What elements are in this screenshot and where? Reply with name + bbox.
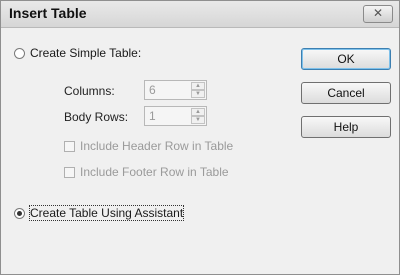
header-row-label: Include Header Row in Table	[80, 139, 234, 153]
columns-value: 6	[149, 83, 156, 97]
create-simple-table-option[interactable]: Create Simple Table:	[14, 46, 141, 60]
include-header-row-option[interactable]: Include Header Row in Table	[64, 139, 233, 153]
simple-table-radio[interactable]	[14, 47, 25, 59]
columns-stepper[interactable]: 6 ▲ ▼	[144, 80, 207, 100]
body-rows-stepper[interactable]: 1 ▲ ▼	[144, 106, 207, 126]
cancel-button[interactable]: Cancel	[301, 82, 391, 104]
assistant-label: Create Table Using Assistant	[28, 205, 185, 221]
help-button[interactable]: Help	[301, 116, 391, 138]
columns-down-icon[interactable]: ▼	[191, 90, 205, 98]
simple-table-label: Create Simple Table:	[30, 46, 142, 60]
assistant-radio[interactable]	[14, 207, 25, 219]
body-rows-down-icon[interactable]: ▼	[191, 116, 205, 124]
create-table-assistant-option[interactable]: Create Table Using Assistant	[14, 205, 185, 221]
title-bar: Insert Table ✕	[1, 1, 399, 28]
columns-label: Columns:	[64, 84, 115, 98]
close-icon[interactable]: ✕	[363, 5, 393, 23]
header-row-checkbox[interactable]	[64, 140, 75, 152]
body-rows-up-icon[interactable]: ▲	[191, 108, 205, 116]
include-footer-row-option[interactable]: Include Footer Row in Table	[64, 165, 229, 179]
ok-button[interactable]: OK	[301, 48, 391, 70]
footer-row-label: Include Footer Row in Table	[80, 165, 229, 179]
body-rows-value: 1	[149, 109, 156, 123]
footer-row-checkbox[interactable]	[64, 166, 75, 178]
columns-up-icon[interactable]: ▲	[191, 82, 205, 90]
insert-table-dialog: Insert Table ✕ Create Simple Table: Colu…	[0, 0, 400, 275]
body-rows-label: Body Rows:	[64, 110, 129, 124]
dialog-title: Insert Table	[9, 5, 87, 21]
